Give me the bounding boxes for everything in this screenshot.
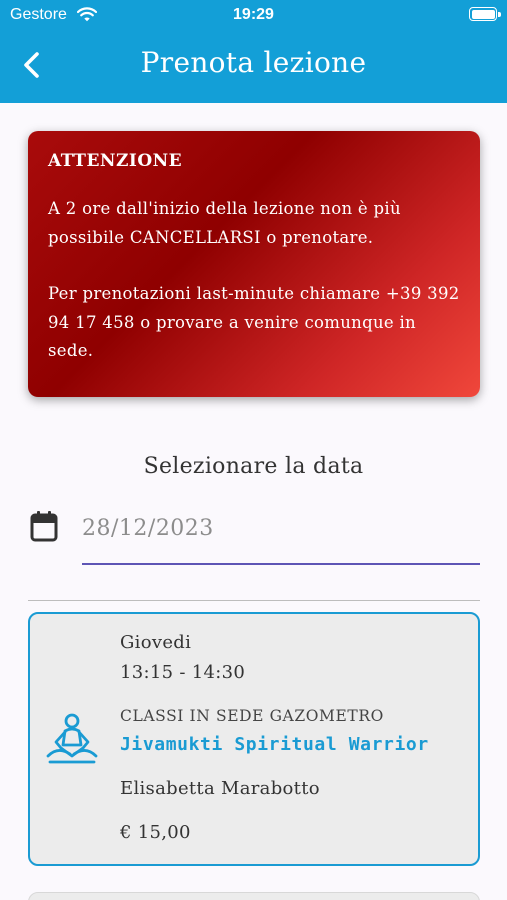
status-time: 19:29 bbox=[233, 6, 274, 23]
lesson-price: € 15,00 bbox=[120, 822, 191, 843]
lesson-time: 13:15 - 14:30 bbox=[120, 662, 246, 683]
next-lesson-card[interactable] bbox=[28, 892, 480, 900]
app-header: Gestore 19:29 Prenota lezione bbox=[0, 0, 507, 103]
lesson-location: CLASSI IN SEDE GAZOMETRO bbox=[120, 707, 384, 725]
lesson-card[interactable]: Giovedi 13:15 - 14:30 CLASSI IN SEDE GAZ… bbox=[28, 612, 480, 866]
notice-heading: ATTENZIONE bbox=[48, 151, 183, 171]
lesson-name: Jivamukti Spiritual Warrior bbox=[120, 734, 429, 755]
yoga-meditation-icon bbox=[46, 713, 98, 764]
notice-paragraph-cancel: A 2 ore dall'inizio della lezione non è … bbox=[48, 199, 401, 247]
calendar-icon[interactable] bbox=[30, 510, 58, 542]
battery-icon bbox=[469, 7, 501, 21]
warning-notice: ATTENZIONE A 2 ore dall'inizio della lez… bbox=[28, 131, 480, 397]
notice-paragraph-lastminute: Per prenotazioni last-minute chiamare +3… bbox=[48, 284, 460, 360]
lesson-teacher: Elisabetta Marabotto bbox=[120, 778, 320, 799]
date-select-label: Selezionare la data bbox=[143, 454, 364, 479]
status-bar: Gestore 19:29 bbox=[0, 0, 507, 32]
lesson-day: Giovedi bbox=[120, 632, 192, 653]
date-input[interactable] bbox=[82, 505, 480, 565]
divider bbox=[28, 600, 480, 601]
page-title: Prenota lezione bbox=[140, 46, 367, 79]
